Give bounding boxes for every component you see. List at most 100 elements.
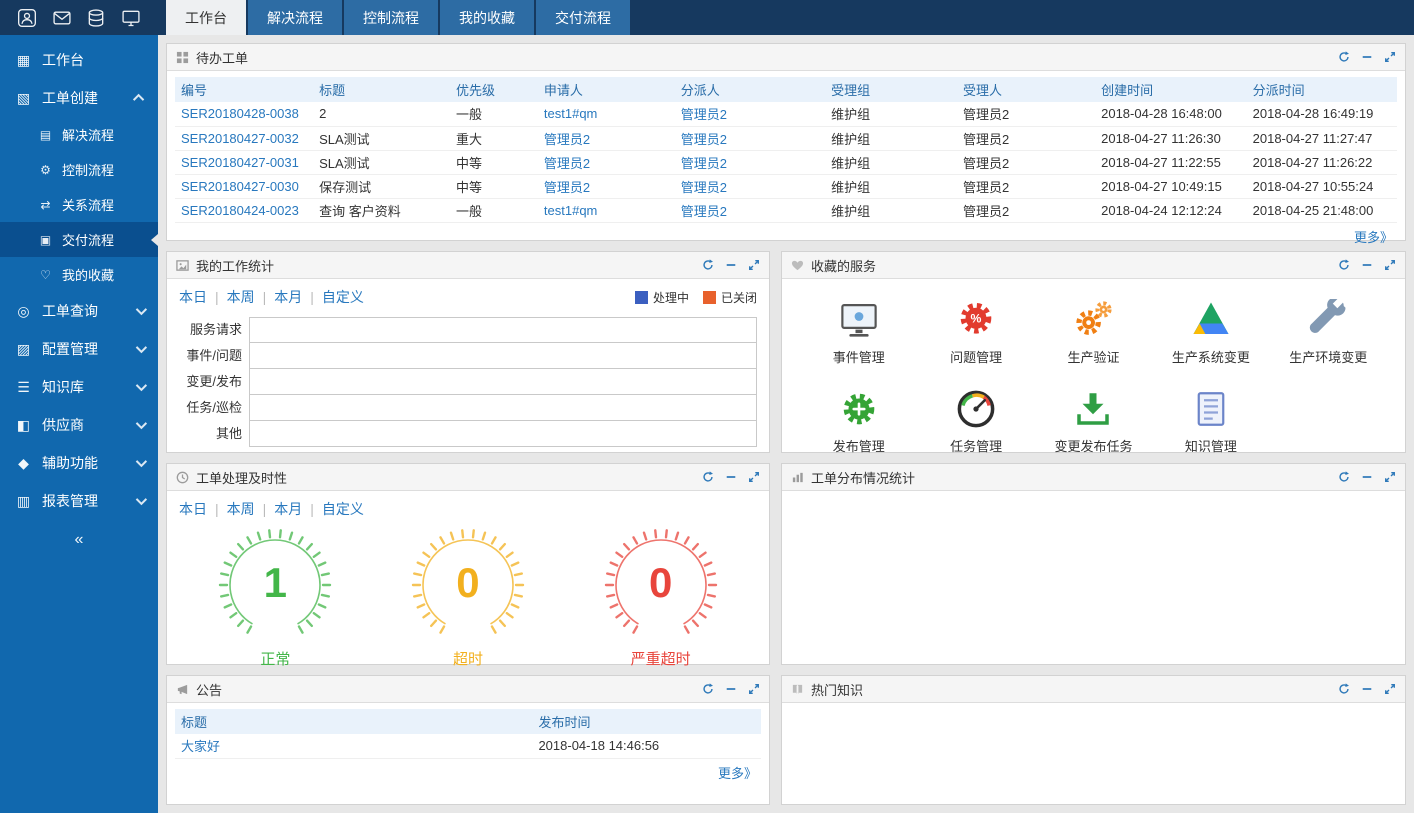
- top-tab-my-favorites[interactable]: 我的收藏: [440, 0, 534, 35]
- minimize-icon[interactable]: [725, 683, 737, 695]
- sidebar-item-my-favorites[interactable]: ♡ 我的收藏: [0, 257, 158, 292]
- service-item[interactable]: 发布管理: [800, 384, 917, 455]
- expand-icon[interactable]: [1384, 471, 1396, 483]
- service-item[interactable]: % 问题管理: [917, 295, 1034, 366]
- sidebar-collapse-button[interactable]: «: [0, 520, 158, 560]
- column-header: 创建时间: [1095, 77, 1247, 102]
- sidebar-item-aux-functions[interactable]: ◆ 辅助功能: [0, 444, 158, 482]
- gauge-severe-overtime: 0 严重超时: [576, 527, 746, 669]
- refresh-icon[interactable]: [702, 259, 714, 271]
- order-link[interactable]: SER20180427-0031: [181, 155, 299, 170]
- supplier-icon: ◧: [15, 417, 32, 434]
- service-item[interactable]: 生产验证: [1035, 295, 1152, 366]
- user-icon[interactable]: [17, 8, 37, 28]
- sidebar-item-workbench[interactable]: ▦ 工作台: [0, 41, 158, 79]
- service-item[interactable]: 知识管理: [1152, 384, 1269, 455]
- table-row: SER20180427-0032 SLA测试 重大 管理员2 管理员2 维护组 …: [175, 126, 1397, 150]
- tab-this-week[interactable]: 本周: [227, 287, 255, 307]
- tab-today[interactable]: 本日: [179, 287, 207, 307]
- top-tab-delivery-flow[interactable]: 交付流程: [536, 0, 630, 35]
- top-tab-workbench[interactable]: 工作台: [166, 0, 246, 35]
- more-link[interactable]: 更多》: [1354, 230, 1393, 245]
- more-link[interactable]: 更多》: [718, 766, 757, 781]
- refresh-icon[interactable]: [702, 683, 714, 695]
- bar-track: [249, 420, 757, 447]
- monitor-icon[interactable]: [121, 8, 141, 28]
- table-cell: 一般: [450, 198, 538, 222]
- service-item[interactable]: 变更发布任务: [1035, 384, 1152, 455]
- refresh-icon[interactable]: [702, 471, 714, 483]
- tab-custom[interactable]: 自定义: [322, 499, 364, 519]
- gauge-label: 超时: [383, 648, 553, 669]
- expand-icon[interactable]: [1384, 259, 1396, 271]
- sidebar-item-order-create[interactable]: ▧ 工单创建: [0, 79, 158, 117]
- table-cell: SLA测试: [313, 126, 450, 150]
- minimize-icon[interactable]: [725, 259, 737, 271]
- panel-title: 工单处理及时性: [196, 468, 287, 487]
- user-link[interactable]: test1#qm: [544, 203, 597, 218]
- work-stats-panel: 我的工作统计 本日| 本周| 本月| 自定义 处理中: [166, 251, 770, 453]
- minimize-icon[interactable]: [725, 471, 737, 483]
- favorites-grid: 事件管理 % 问题管理 生产验证 生产系统变更: [782, 279, 1405, 452]
- table-cell: 2018-04-27 11:26:30: [1095, 126, 1247, 150]
- tab-this-month[interactable]: 本月: [274, 499, 302, 519]
- sidebar-item-config-mgmt[interactable]: ▨ 配置管理: [0, 330, 158, 368]
- expand-icon[interactable]: [748, 683, 760, 695]
- expand-icon[interactable]: [748, 471, 760, 483]
- sidebar-item-order-query[interactable]: ◎ 工单查询: [0, 292, 158, 330]
- refresh-icon[interactable]: [1338, 51, 1350, 63]
- expand-icon[interactable]: [748, 259, 760, 271]
- user-link[interactable]: 管理员2: [681, 132, 727, 147]
- user-link[interactable]: 管理员2: [681, 180, 727, 195]
- user-link[interactable]: 管理员2: [544, 132, 590, 147]
- order-link[interactable]: SER20180427-0030: [181, 179, 299, 194]
- user-link[interactable]: test1#qm: [544, 106, 597, 121]
- topbar: 工作台 解决流程 控制流程 我的收藏 交付流程: [0, 0, 1414, 35]
- sidebar-item-knowledge-base[interactable]: ☰ 知识库: [0, 368, 158, 406]
- order-link[interactable]: SER20180424-0023: [181, 203, 299, 218]
- user-link[interactable]: 管理员2: [544, 180, 590, 195]
- top-tab-control-flow[interactable]: 控制流程: [344, 0, 438, 35]
- order-link[interactable]: SER20180427-0032: [181, 131, 299, 146]
- stats-filter-tabs: 本日| 本周| 本月| 自定义 处理中 已关闭: [179, 287, 757, 307]
- refresh-icon[interactable]: [1338, 683, 1350, 695]
- minimize-icon[interactable]: [1361, 51, 1373, 63]
- order-link[interactable]: SER20180428-0038: [181, 106, 299, 121]
- announcement-link[interactable]: 大家好: [181, 739, 220, 754]
- expand-icon[interactable]: [1384, 683, 1396, 695]
- announcements-body: 标题 发布时间 大家好 2018-04-18 14:46:56: [167, 703, 769, 804]
- table-cell: 2018-04-27 11:22:55: [1095, 150, 1247, 174]
- user-link[interactable]: 管理员2: [681, 156, 727, 171]
- sidebar-item-relation-flow[interactable]: ⇄ 关系流程: [0, 187, 158, 222]
- tab-custom[interactable]: 自定义: [322, 287, 364, 307]
- tab-today[interactable]: 本日: [179, 499, 207, 519]
- minimize-icon[interactable]: [1361, 471, 1373, 483]
- refresh-icon[interactable]: [1338, 471, 1350, 483]
- user-link[interactable]: 管理员2: [544, 156, 590, 171]
- sidebar-item-supplier[interactable]: ◧ 供应商: [0, 406, 158, 444]
- user-link[interactable]: 管理员2: [681, 107, 727, 122]
- minimize-icon[interactable]: [1361, 259, 1373, 271]
- gauge-overtime: 0 超时: [383, 527, 553, 669]
- tab-this-week[interactable]: 本周: [227, 499, 255, 519]
- service-item[interactable]: 生产环境变更: [1270, 295, 1387, 366]
- wrench-icon: [1307, 299, 1349, 341]
- tab-this-month[interactable]: 本月: [274, 287, 302, 307]
- user-link[interactable]: 管理员2: [681, 204, 727, 219]
- sidebar-item-control-flow[interactable]: ⚙ 控制流程: [0, 152, 158, 187]
- sidebar-item-solve-flow[interactable]: ▤ 解决流程: [0, 117, 158, 152]
- chevron-down-icon: [136, 380, 147, 391]
- mail-icon[interactable]: [52, 8, 72, 28]
- top-tab-solve-flow[interactable]: 解决流程: [248, 0, 342, 35]
- sidebar-item-report-mgmt[interactable]: ▥ 报表管理: [0, 482, 158, 520]
- database-icon[interactable]: [86, 8, 106, 28]
- drive-triangle-icon: [1190, 299, 1232, 341]
- minimize-icon[interactable]: [1361, 683, 1373, 695]
- refresh-icon[interactable]: [1338, 259, 1350, 271]
- service-item[interactable]: 事件管理: [800, 295, 917, 366]
- sidebar-item-label: 报表管理: [42, 491, 98, 511]
- expand-icon[interactable]: [1384, 51, 1396, 63]
- service-item[interactable]: 生产系统变更: [1152, 295, 1269, 366]
- service-item[interactable]: 任务管理: [917, 384, 1034, 455]
- sidebar-item-delivery-flow[interactable]: ▣ 交付流程: [0, 222, 158, 257]
